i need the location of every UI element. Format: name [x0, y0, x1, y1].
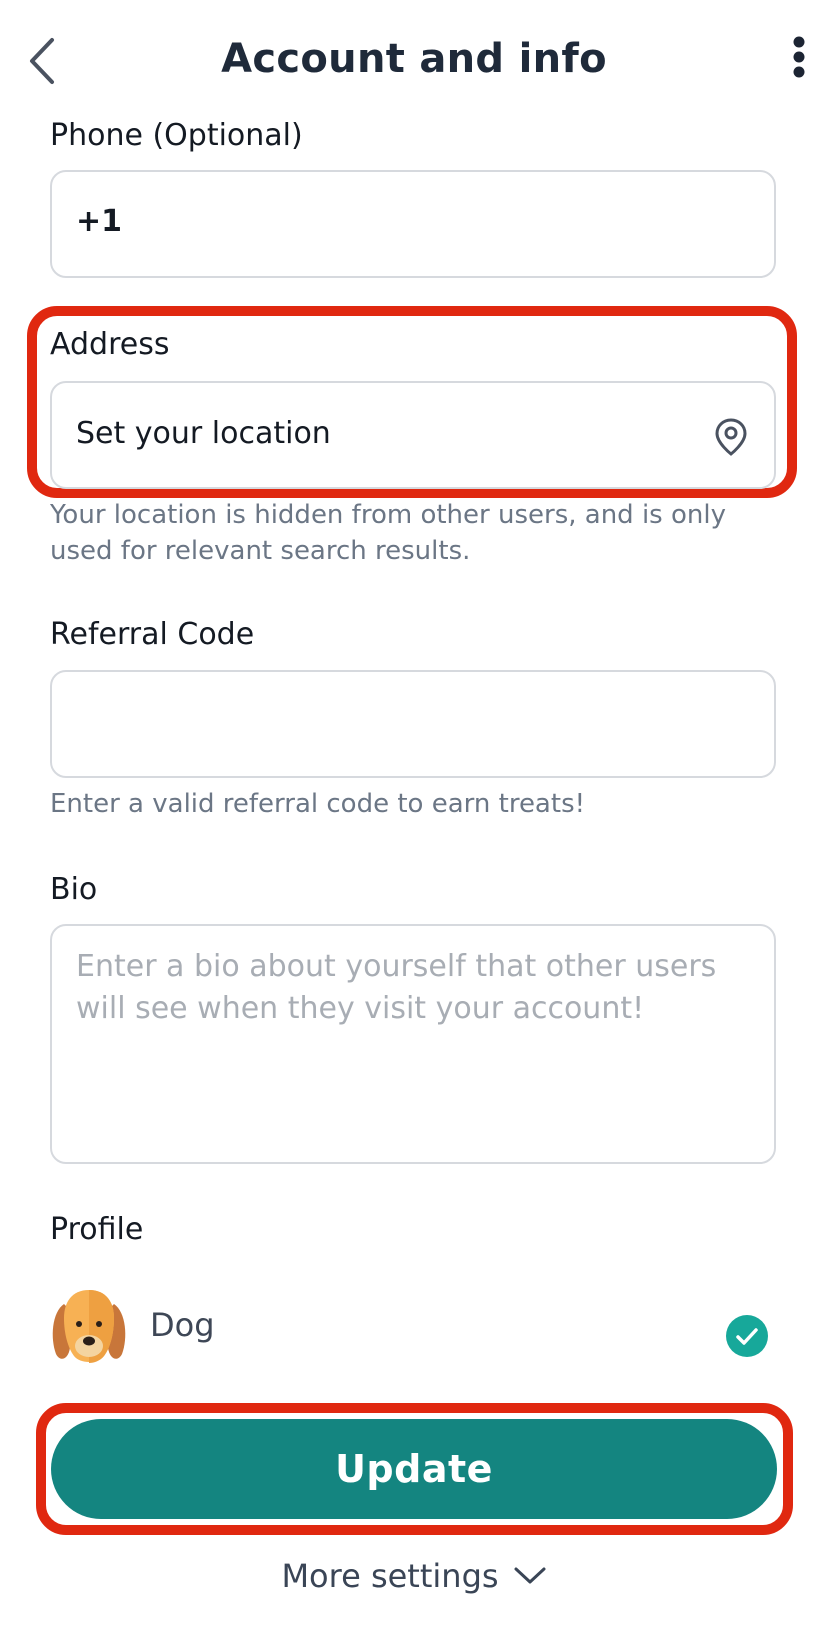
profile-label: Profile [50, 1212, 144, 1247]
dog-icon [52, 1290, 126, 1363]
phone-field[interactable]: +1 [50, 170, 776, 278]
dog-avatar[interactable] [50, 1286, 128, 1368]
page-title: Account and info [221, 36, 607, 82]
referral-label: Referral Code [50, 617, 255, 652]
more-settings-label: More settings [281, 1557, 499, 1595]
update-button[interactable]: Update [51, 1419, 777, 1519]
phone-value: +1 [76, 204, 123, 239]
bio-textarea[interactable]: Enter a bio about yourself that other us… [50, 924, 776, 1164]
chevron-down-icon [514, 1567, 546, 1584]
referral-code-input[interactable] [50, 670, 776, 778]
address-helper: Your location is hidden from other users… [50, 500, 726, 566]
phone-label: Phone (Optional) [50, 118, 303, 153]
address-label: Address [50, 327, 170, 362]
referral-helper: Enter a valid referral code to earn trea… [50, 789, 586, 819]
address-value: Set your location [76, 416, 331, 451]
profile-item-dog-label: Dog [150, 1306, 215, 1344]
kebab-menu-icon [793, 36, 805, 78]
more-options-button[interactable] [782, 34, 816, 82]
bio-placeholder: Enter a bio about yourself that other us… [76, 949, 717, 1026]
check-icon [736, 1328, 758, 1345]
location-pin-icon [715, 418, 747, 456]
more-settings-toggle[interactable]: More settings [0, 1557, 828, 1595]
address-field[interactable]: Set your location [50, 381, 776, 489]
bio-label: Bio [50, 872, 98, 907]
profile-selected-checkmark [726, 1315, 768, 1357]
